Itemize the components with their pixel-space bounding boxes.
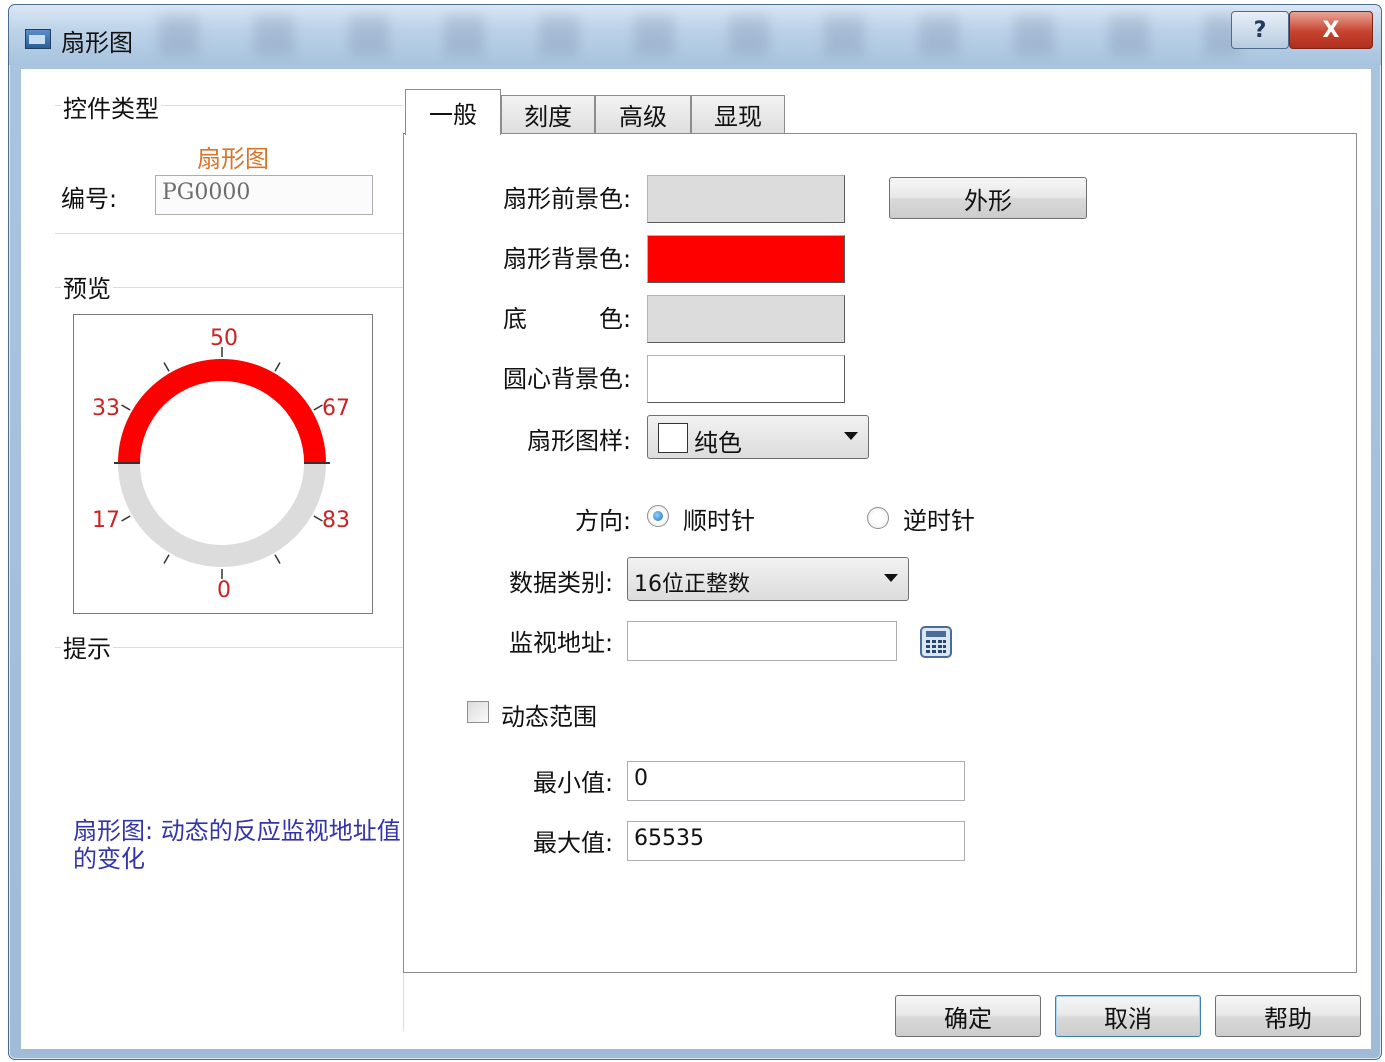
fg-color-picker[interactable]	[647, 175, 845, 223]
gauge-label-33: 33	[92, 396, 120, 421]
pattern-label: 扇形图样:	[527, 427, 632, 455]
gauge-label-17: 17	[92, 508, 120, 533]
gauge-tick	[274, 362, 281, 372]
title-close-button[interactable]: X	[1289, 11, 1373, 49]
calculator-icon[interactable]	[919, 625, 953, 659]
hint-text: 扇形图: 动态的反应监视地址值的变化	[73, 817, 401, 873]
dynamic-range-label[interactable]: 动态范围	[501, 697, 597, 732]
gauge-label-67: 67	[322, 396, 350, 421]
tab-advanced[interactable]: 高级	[595, 95, 691, 133]
control-type-group-title: 控件类型	[61, 89, 161, 124]
gauge-label-0: 0	[217, 578, 231, 603]
gauge-tick	[163, 554, 170, 564]
pattern-dropdown[interactable]: 纯色	[647, 415, 869, 459]
chevron-down-icon	[884, 574, 898, 582]
control-type-value: 扇形图	[197, 145, 269, 173]
monitor-addr-input[interactable]	[627, 621, 897, 661]
dynamic-range-checkbox[interactable]	[467, 701, 489, 723]
radio-counterclockwise[interactable]	[867, 507, 889, 529]
pattern-swatch-icon	[658, 423, 688, 453]
fan-gauge-preview: 50 33 67 17 83 0	[92, 326, 350, 603]
bg-color-label: 扇形背景色:	[503, 245, 632, 273]
window-app-icon	[25, 29, 51, 49]
data-type-dropdown[interactable]: 16位正整数	[627, 557, 909, 601]
chevron-down-icon	[844, 432, 858, 440]
radio-clockwise-label[interactable]: 顺时针	[683, 501, 755, 536]
tab-general[interactable]: 一般	[405, 89, 501, 135]
id-label: 编号:	[61, 185, 118, 213]
dialog-window: 扇形图 ? X 控件类型 扇形图 编号: PG0000 预览 50 33 67 …	[8, 4, 1382, 1060]
bg-color-picker[interactable]	[647, 235, 845, 283]
max-value-input[interactable]: 65535	[627, 821, 965, 861]
group-separator	[55, 233, 403, 234]
fg-color-label: 扇形前景色:	[503, 185, 632, 213]
center-bg-label: 圆心背景色:	[503, 365, 632, 393]
min-value-input[interactable]: 0	[627, 761, 965, 801]
ok-button[interactable]: 确定	[895, 995, 1041, 1037]
help-icon: ?	[1253, 17, 1267, 43]
close-icon: X	[1322, 17, 1340, 43]
tab-scale[interactable]: 刻度	[501, 95, 595, 133]
pattern-value: 纯色	[694, 429, 742, 457]
base-color-picker[interactable]	[647, 295, 845, 343]
data-type-value: 16位正整数	[634, 572, 750, 597]
help-button[interactable]: 帮助	[1215, 995, 1361, 1037]
hint-group-title: 提示	[61, 629, 113, 664]
window-title: 扇形图	[61, 29, 133, 57]
base-color-label-b: 色:	[599, 305, 632, 333]
radio-counterclockwise-label[interactable]: 逆时针	[903, 501, 975, 536]
radio-clockwise[interactable]	[647, 505, 669, 527]
gauge-tick	[121, 404, 131, 411]
preview-panel: 50 33 67 17 83 0	[73, 314, 373, 614]
center-bg-color-picker[interactable]	[647, 355, 845, 403]
monitor-addr-label: 监视地址:	[509, 629, 614, 657]
min-value-label: 最小值:	[533, 769, 614, 797]
gauge-label-83: 83	[322, 508, 350, 533]
direction-label: 方向:	[575, 507, 632, 535]
panel-divider	[403, 969, 404, 1031]
title-bar-background	[159, 15, 1239, 55]
max-value-label: 最大值:	[533, 829, 614, 857]
gauge-tick	[121, 515, 131, 522]
cancel-button[interactable]: 取消	[1055, 995, 1201, 1037]
gauge-center	[140, 381, 304, 545]
gauge-tick	[274, 554, 281, 564]
title-help-button[interactable]: ?	[1231, 11, 1289, 49]
gauge-tick	[163, 362, 170, 372]
dialog-client: 控件类型 扇形图 编号: PG0000 预览 50 33 67 17 83 0 …	[21, 69, 1371, 1049]
title-bar[interactable]: 扇形图 ? X	[9, 5, 1381, 65]
shape-button[interactable]: 外形	[889, 177, 1087, 219]
preview-group-title: 预览	[61, 269, 113, 304]
data-type-label: 数据类别:	[509, 569, 614, 597]
gauge-label-50: 50	[210, 326, 238, 351]
base-color-label-a: 底	[503, 305, 527, 333]
tab-display[interactable]: 显现	[691, 95, 785, 133]
id-field[interactable]: PG0000	[155, 175, 373, 215]
